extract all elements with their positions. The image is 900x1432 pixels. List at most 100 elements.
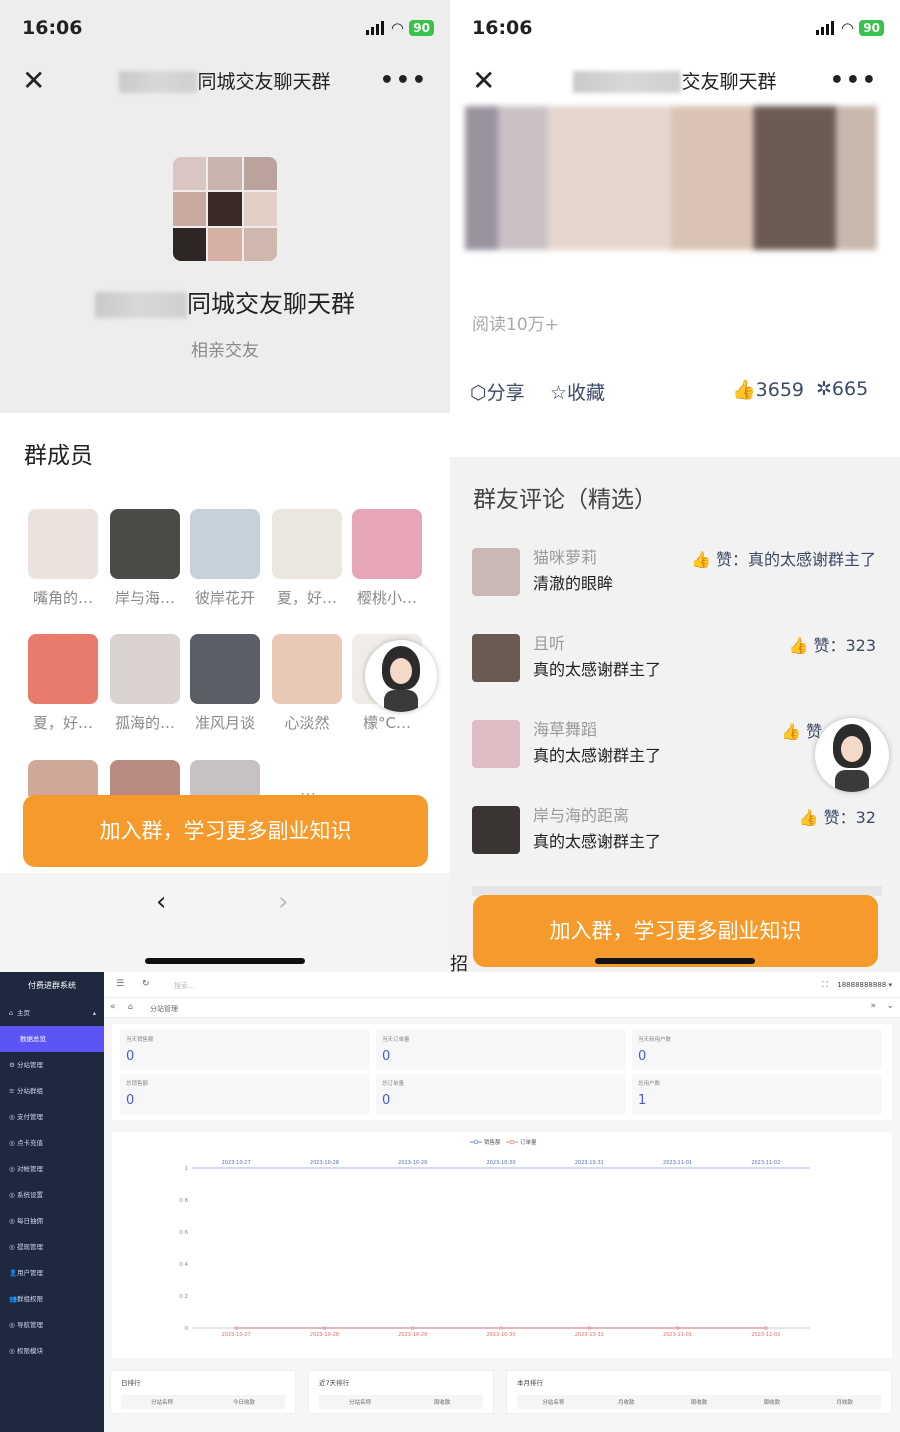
like-action[interactable]: 👍3659 (732, 378, 804, 401)
comment-like[interactable]: 👍 赞：真的太感谢群主了 (691, 546, 876, 570)
member-name: 夏，好… (276, 589, 337, 607)
status-bar: 16:06 ◠ 90 (472, 14, 884, 42)
sidebar-item[interactable]: ⚙ 分站管理 (0, 1052, 104, 1078)
data-point (764, 1326, 768, 1330)
data-point (676, 1326, 680, 1330)
sidebar-item-label: 用户管理 (17, 1269, 43, 1277)
rank-title: 本月排行 (517, 1379, 543, 1387)
sidebar-item[interactable]: 👥群组权限 (0, 1286, 104, 1312)
data-point (411, 1326, 415, 1330)
chevron-up-icon: ▴ (92, 1009, 96, 1017)
rank-table-header: 分站名称 周收款 (319, 1395, 483, 1409)
kpi-tile: 总用户数 1 (632, 1074, 882, 1114)
sidebar-item-home[interactable]: ⌂ 主页 ▴ (0, 1000, 104, 1026)
sidebar-item[interactable]: ≡ 分站群组 (0, 1078, 104, 1104)
customer-service-avatar[interactable] (815, 718, 889, 792)
chevron-down-icon[interactable]: ⌄ (886, 1001, 894, 1011)
sidebar-item-label: 支付管理 (17, 1113, 43, 1121)
fullscreen-icon[interactable]: ⛶ (822, 980, 828, 990)
sidebar-item[interactable]: 👤用户管理 (0, 1260, 104, 1286)
forward-icon[interactable]: › (278, 887, 288, 917)
sidebar-item[interactable]: ◎ 系统设置 (0, 1182, 104, 1208)
battery-icon: 90 (409, 20, 434, 36)
comment-like[interactable]: 👍 赞：32 (799, 804, 876, 828)
member-item[interactable]: 彼岸花开 (190, 509, 260, 608)
member-name: 准风月谈 (194, 714, 255, 732)
refresh-icon[interactable]: ↻ (142, 979, 150, 989)
member-item[interactable]: 夏，好… (28, 634, 98, 733)
menu-item-icon: ⚙ (9, 1061, 15, 1069)
rank-column-header: 今日收款 (232, 1400, 255, 1406)
rank-title: 近7天排行 (319, 1379, 350, 1387)
thumb-up-icon: 👍 (788, 636, 814, 655)
avatar-body (384, 690, 418, 712)
comment-text: 真的太感谢群主了 (533, 746, 662, 765)
comment-like[interactable]: 👍 赞 (781, 718, 822, 742)
member-avatar[interactable] (110, 760, 180, 796)
member-avatar (28, 509, 98, 579)
search-input[interactable]: 搜索... (174, 981, 195, 991)
sidebar-item[interactable]: ◎ 支付管理 (0, 1104, 104, 1130)
member-item[interactable]: 樱桃小… (352, 509, 422, 608)
x-tick-label: 2023-10-31 (575, 1332, 604, 1338)
x-tick-label: 2023-11-01 (663, 1332, 692, 1338)
member-avatar[interactable] (190, 760, 260, 796)
rank-column-header: 周收款 (433, 1400, 451, 1406)
star-icon: ☆ (550, 382, 568, 404)
member-avatar (272, 634, 342, 704)
status-time: 16:06 (472, 17, 533, 39)
comment-text: 清澈的眼眸 (533, 574, 614, 593)
menu-item-icon: ◎ (9, 1139, 15, 1147)
back-icon[interactable]: ‹ (156, 887, 166, 917)
sidebar-item[interactable]: ◎ 权限模块 (0, 1338, 104, 1364)
comment-like[interactable]: 👍 赞：323 (788, 632, 876, 656)
account-menu[interactable]: 18888888888 ▾ (837, 981, 892, 989)
kpi-tile: 当天新用户数 0 (632, 1030, 882, 1070)
more-icon[interactable]: ••• (830, 68, 878, 93)
member-name: 岸与海… (114, 589, 175, 607)
member-avatar (352, 509, 422, 579)
share-action[interactable]: ⬡分享 (470, 378, 525, 405)
rank-column-header: 月收款 (836, 1400, 853, 1406)
share-count-action[interactable]: ✲665 (816, 378, 868, 400)
sidebar-item[interactable]: ◎ 导航管理 (0, 1312, 104, 1338)
legend-marker (473, 1139, 479, 1145)
favorite-action[interactable]: ☆收藏 (550, 378, 605, 405)
more-icon[interactable]: ••• (380, 68, 428, 93)
comment-avatar (472, 548, 520, 596)
y-tick-label: 0.4 (179, 1262, 188, 1268)
member-item[interactable]: 岸与海… (110, 509, 180, 608)
member-item[interactable]: 嘴角的… (28, 509, 98, 608)
rank-title: 日排行 (121, 1379, 141, 1387)
sidebar-item[interactable]: ◎ 点卡充值 (0, 1130, 104, 1156)
member-item[interactable]: 准风月谈 (190, 634, 260, 733)
sidebar-item-label: 每日抽佣 (17, 1217, 43, 1225)
join-group-button-2[interactable]: 加入群，学习更多副业知识 (473, 895, 878, 967)
member-item[interactable]: 孤海的… (110, 634, 180, 733)
join-group-button[interactable]: 加入群，学习更多副业知识 (23, 795, 428, 867)
share-label: 分享 (486, 382, 525, 404)
member-avatar[interactable] (28, 760, 98, 796)
customer-service-avatar[interactable] (365, 640, 437, 712)
member-avatar (110, 634, 180, 704)
sidebar-item[interactable]: ◎ 对帐管理 (0, 1156, 104, 1182)
member-item[interactable]: 夏，好… (272, 509, 342, 608)
comment-like-label: 赞：真的太感谢群主了 (715, 550, 876, 569)
comment-user: 岸与海的距离 (533, 806, 630, 825)
menu-item-icon: 👥 (9, 1295, 18, 1303)
tab-next-icon[interactable]: » (870, 1001, 876, 1011)
home-tab-icon[interactable]: ⌂ (128, 1002, 133, 1011)
wifi-icon: ◠ (391, 19, 404, 37)
tab-station[interactable]: 分站管理 (150, 1004, 178, 1014)
sidebar-item[interactable]: ◎ 提现管理 (0, 1234, 104, 1260)
member-item[interactable]: 心淡然 (272, 634, 342, 733)
x-tick-label: 2023-10-30 (486, 1332, 515, 1338)
sidebar: 付费进群系统 ⌂ 主页 ▴ 数据总览 ⚙ 分站管理 ≡ 分站群组 ◎ 支付管理 ◎ 点卡充值 ◎ 对帐管… (0, 972, 104, 1432)
sidebar-menu: 数据总览 ⚙ 分站管理 ≡ 分站群组 ◎ 支付管理 ◎ 点卡充值 ◎ 对帐管理 ◎ 系统设置 ◎ 每日抽佣 ◎… (0, 1026, 104, 1364)
menu-toggle-icon[interactable]: ☰ (116, 979, 124, 989)
tab-prev-icon[interactable]: « (110, 1002, 116, 1012)
sidebar-item[interactable]: 数据总览 (0, 1026, 104, 1052)
sidebar-item[interactable]: ◎ 每日抽佣 (0, 1208, 104, 1234)
group-name: 同城交友聊天群 (0, 284, 450, 319)
rank-panel: 日排行 分站名称 今日收款 (110, 1370, 296, 1414)
